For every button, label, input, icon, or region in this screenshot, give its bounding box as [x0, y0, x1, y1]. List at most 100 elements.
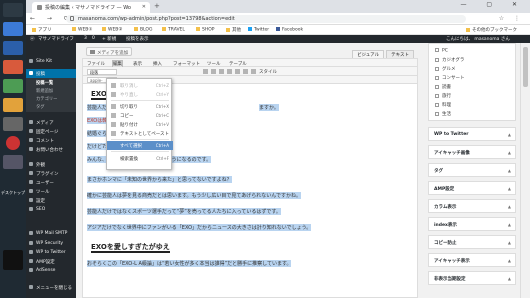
add-media-button[interactable]: メディアを追加 — [86, 47, 132, 56]
toggle-icon[interactable]: ▲ — [508, 240, 511, 245]
sidebar-sub-categories[interactable]: カテゴリー — [26, 94, 76, 102]
sidebar-item-sitekit[interactable]: Site Kit — [26, 57, 76, 66]
bookmark-item[interactable]: TRAVEL — [162, 27, 185, 33]
category-checkbox[interactable]: PC — [435, 48, 448, 54]
app-icon-1[interactable] — [3, 60, 23, 74]
category-checkbox[interactable]: コンサート — [435, 75, 465, 81]
extension-icons[interactable]: ☆ ⋮ — [499, 15, 524, 22]
start-icon[interactable] — [3, 3, 23, 17]
fullscreen-icon[interactable] — [235, 69, 240, 74]
menu-tools[interactable]: ツール — [207, 61, 221, 67]
menu-item-find-replace[interactable]: 検索置換 Ctrl+F — [107, 154, 173, 163]
page-scrollbar[interactable] — [520, 43, 530, 298]
category-checkbox[interactable]: 旅行 — [435, 93, 451, 99]
table-icon[interactable] — [243, 69, 248, 74]
bookmark-item[interactable]: BLOG — [134, 27, 152, 33]
taskview-icon[interactable] — [3, 41, 23, 55]
sidebar-item-users[interactable]: ユーザー — [26, 178, 76, 187]
metabox-copy-protect[interactable]: コピー防止 ▲ — [428, 235, 516, 249]
sidebar-item-wp-security[interactable]: WP Security — [26, 239, 76, 248]
unlink-icon[interactable] — [219, 69, 224, 74]
metabox-hidden[interactable]: 非表示当期設定 ▲ — [428, 271, 516, 285]
menu-edit[interactable]: 編集 — [112, 59, 123, 68]
bookmark-twitter[interactable]: Twitter — [248, 27, 269, 33]
updates-count[interactable]: 3 — [84, 36, 87, 41]
more-icon[interactable] — [227, 69, 232, 74]
sidebar-item-settings[interactable]: 設定 — [26, 196, 76, 205]
app-icon-5[interactable] — [3, 155, 23, 169]
align-icon[interactable] — [203, 69, 208, 74]
sidebar-item-appearance[interactable]: 外観 — [26, 160, 76, 169]
sidebar-item-seo[interactable]: SEO — [26, 205, 76, 214]
new-tab-button[interactable]: + — [154, 2, 160, 10]
bookmark-item[interactable]: 其他 — [226, 27, 241, 33]
category-checkbox[interactable]: 読書 — [435, 84, 451, 90]
toggle-icon[interactable]: ▲ — [508, 222, 511, 227]
bookmark-other[interactable]: その他のブックマーク — [466, 27, 517, 33]
metabox-featured-image[interactable]: アイキャッチ画像 ▲ — [428, 145, 516, 159]
metabox-index[interactable]: index表示 ▲ — [428, 217, 516, 231]
toggle-icon[interactable]: ▲ — [508, 276, 511, 281]
sidebar-item-smtp[interactable]: WP Mail SMTP — [26, 229, 76, 238]
omnibox[interactable]: masanoma.com/wp-admin/post.php?post=1379… — [66, 15, 466, 23]
sidebar-item-adsense[interactable]: AdSense — [26, 266, 76, 275]
sidebar-item-media[interactable]: メディア — [26, 118, 76, 127]
sidebar-sub-all-posts[interactable]: 投稿一覧 — [26, 78, 76, 86]
new-content[interactable]: + 新規 — [102, 36, 116, 42]
category-checkbox[interactable]: 生活 — [435, 111, 451, 117]
toggle-icon[interactable]: ▲ — [508, 258, 511, 263]
bookmark-item[interactable]: WEB② — [102, 27, 122, 33]
toggle-icon[interactable]: ▲ — [508, 150, 511, 155]
category-checkbox[interactable]: カジオグラ — [435, 57, 464, 63]
sidebar-item-pages[interactable]: 固定ページ — [26, 127, 76, 136]
menu-item-cut[interactable]: 切り取り Ctrl+X — [107, 102, 173, 111]
metabox-featured-display[interactable]: アイキャッチ表示 ▲ — [428, 253, 516, 267]
style-dropdown[interactable]: スタイル — [259, 69, 277, 75]
sidebar-item-wp-to-twitter[interactable]: WP to Twitter — [26, 248, 76, 257]
browser-tab[interactable]: 投稿の編集 ‹ マサノマドライフ — Wo ✕ — [32, 2, 150, 13]
link-icon[interactable] — [211, 69, 216, 74]
site-name[interactable]: マサノマドライフ — [38, 36, 74, 42]
menu-view[interactable]: 表示 — [133, 61, 142, 67]
sidebar-sub-add-new[interactable]: 新規追加 — [26, 86, 76, 94]
paragraph-select[interactable]: 段落 — [87, 68, 117, 75]
bookmark-apps[interactable]: アプリ — [32, 27, 52, 33]
toggle-icon[interactable]: ▲ — [508, 132, 511, 137]
search-icon[interactable] — [3, 22, 23, 36]
user-greeting[interactable]: こんにちは、 masanoma さん — [446, 36, 510, 42]
toggle-icon[interactable]: ▲ — [508, 204, 511, 209]
view-post[interactable]: 投稿を表示 — [126, 36, 149, 42]
toggle-icon[interactable]: ▲ — [508, 168, 511, 173]
menu-format[interactable]: フォーマット — [173, 61, 200, 67]
metabox-amp[interactable]: AMP設定 ▲ — [428, 181, 516, 195]
metabox-wp-to-twitter[interactable]: WP to Twitter ▲ — [428, 127, 516, 141]
app-icon-3[interactable] — [3, 98, 23, 112]
sidebar-item-amp[interactable]: AMP設定 — [26, 257, 76, 266]
sidebar-item-comments[interactable]: コメント — [26, 136, 76, 145]
desktop-label[interactable]: デスクトップ — [1, 190, 25, 196]
category-checkbox[interactable]: グルメ — [435, 66, 456, 72]
menu-item-paste-text[interactable]: テキストとしてペースト — [107, 129, 173, 138]
app-icon-6[interactable] — [3, 250, 23, 270]
sidebar-item-collapse[interactable]: メニューを閉じる — [26, 283, 76, 292]
url-text[interactable]: masanoma.com/wp-admin/post.php?post=1379… — [78, 16, 235, 22]
sidebar-item-tools[interactable]: ツール — [26, 187, 76, 196]
menu-item-paste[interactable]: 貼り付け Ctrl+V — [107, 120, 173, 129]
comments-count[interactable]: 0 — [92, 36, 95, 41]
scrollbar-thumb[interactable] — [523, 47, 528, 87]
app-icon-4[interactable] — [3, 117, 23, 131]
category-checkbox[interactable]: 料理 — [435, 102, 451, 108]
chrome-icon[interactable] — [6, 136, 20, 150]
metabox-tags[interactable]: タグ ▲ — [428, 163, 516, 177]
menu-table[interactable]: テーブル — [229, 61, 247, 67]
window-controls[interactable]: — ▢ ✕ — [460, 1, 526, 8]
bookmark-item[interactable]: SHOP — [196, 27, 215, 33]
menu-item-redo[interactable]: やり直し Ctrl+Y — [107, 90, 173, 99]
app-icon-2[interactable] — [3, 79, 23, 93]
sidebar-sub-tags[interactable]: タグ — [26, 102, 76, 112]
menu-insert[interactable]: 挿入 — [153, 61, 162, 67]
menu-item-select-all[interactable]: すべて選択 Ctrl+A — [107, 141, 173, 150]
sidebar-item-contact[interactable]: お問い合わせ — [26, 145, 76, 154]
menu-item-undo[interactable]: 取り消し Ctrl+Z — [107, 81, 173, 90]
toggle-icon[interactable]: ▲ — [508, 186, 511, 191]
